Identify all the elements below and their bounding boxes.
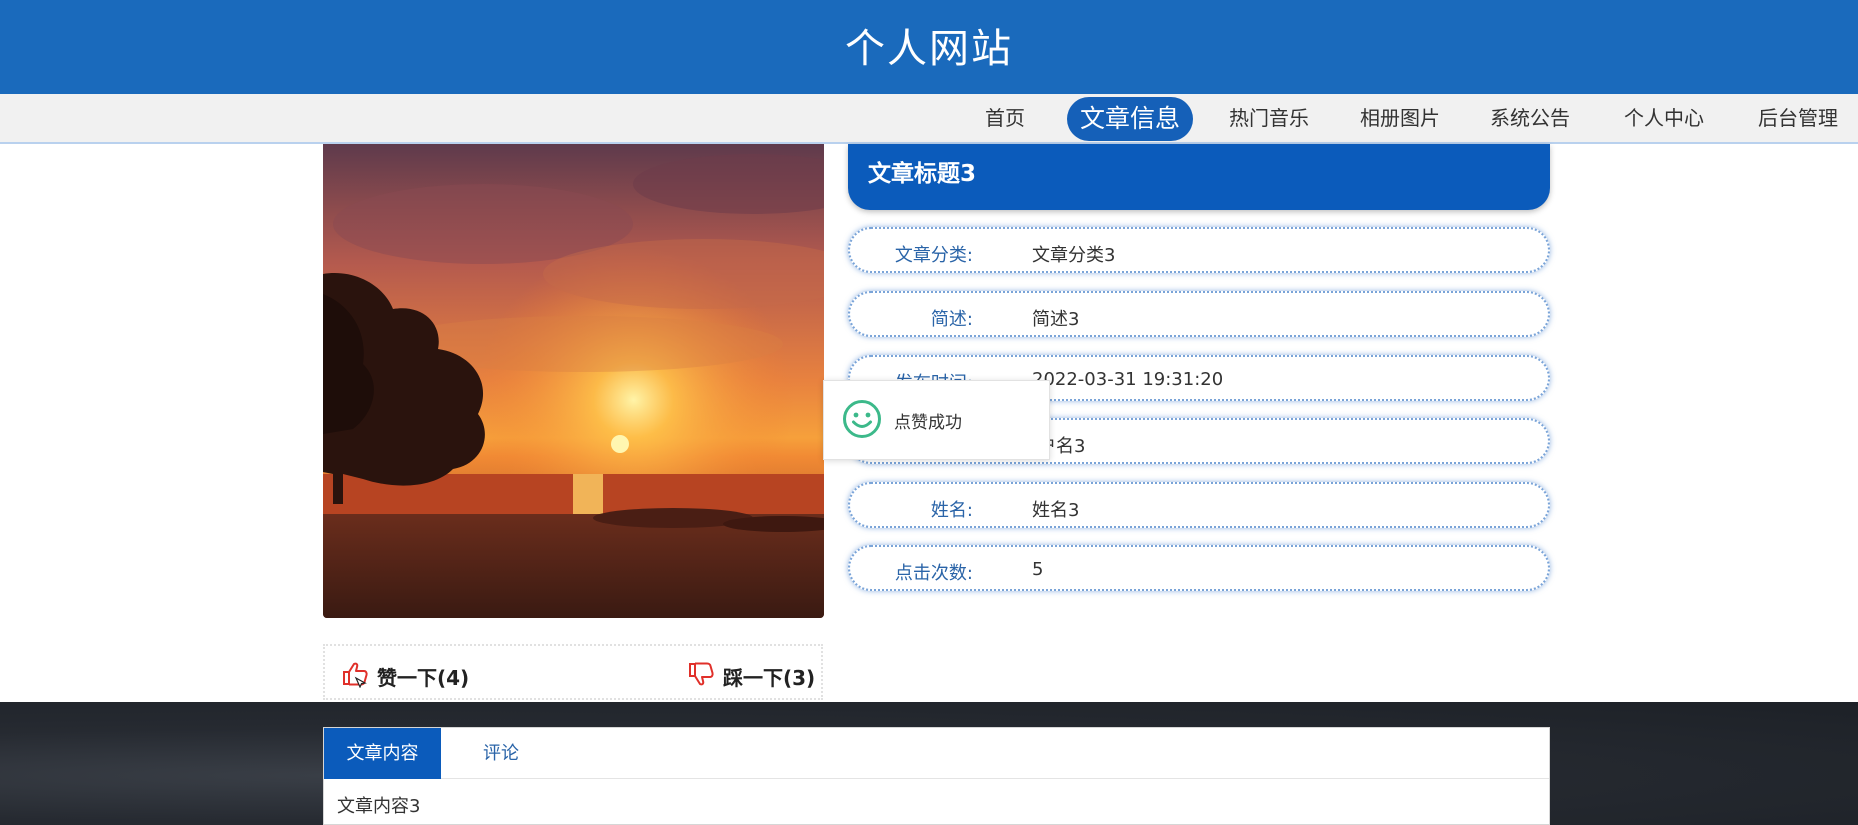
info-value: 5 xyxy=(1032,559,1044,580)
info-value: 文章分类3 xyxy=(1032,245,1116,266)
like-button[interactable]: 赞一下(4) xyxy=(341,660,469,692)
tab-content-text: 文章内容3 xyxy=(337,796,421,817)
toast-message: 点赞成功 xyxy=(823,380,1050,460)
info-value: 2022-03-31 19:31:20 xyxy=(1032,369,1224,390)
info-value: 简述3 xyxy=(1032,309,1080,330)
tab-header: 文章内容 评论 xyxy=(324,728,1549,779)
smile-icon xyxy=(842,399,882,443)
like-label: 赞一下(4) xyxy=(377,665,470,690)
nav-item-home[interactable]: 首页 xyxy=(985,94,1025,142)
info-label: 简述: xyxy=(930,309,973,330)
dislike-button[interactable]: 踩一下(3) xyxy=(687,660,815,692)
toast-text: 点赞成功 xyxy=(894,413,962,433)
tab-article-content[interactable]: 文章内容 xyxy=(324,728,441,779)
thumbs-down-icon xyxy=(687,660,715,692)
site-title: 个人网站 xyxy=(845,26,1013,72)
nav-item-articles[interactable]: 文章信息 xyxy=(1067,97,1194,141)
article-image xyxy=(323,144,824,618)
info-row-click-count: 点击次数: 5 xyxy=(848,545,1550,591)
nav-item-announcements[interactable]: 系统公告 xyxy=(1490,94,1570,142)
nav-item-admin[interactable]: 后台管理 xyxy=(1758,94,1838,142)
dislike-label: 踩一下(3) xyxy=(723,665,816,690)
content-tabs-panel: 文章内容 评论 文章内容3 xyxy=(323,727,1550,825)
vote-box: 赞一下(4) 踩一下(3) xyxy=(323,644,823,700)
info-label: 姓名: xyxy=(930,500,973,521)
info-label: 文章分类: xyxy=(894,245,973,266)
nav-item-music[interactable]: 热门音乐 xyxy=(1229,94,1309,142)
info-row-summary: 简述: 简述3 xyxy=(848,291,1550,337)
site-header: 个人网站 xyxy=(0,0,1858,94)
info-value: 姓名3 xyxy=(1032,500,1080,521)
main-nav: 首页 文章信息 热门音乐 相册图片 系统公告 个人中心 后台管理 xyxy=(0,94,1858,144)
info-label: 点击次数: xyxy=(894,563,973,584)
info-row-category: 文章分类: 文章分类3 xyxy=(848,227,1550,273)
tab-comments[interactable]: 评论 xyxy=(441,728,561,779)
nav-item-profile[interactable]: 个人中心 xyxy=(1624,94,1704,142)
article-title: 文章标题3 xyxy=(868,161,977,187)
article-title-card: 文章标题3 xyxy=(848,144,1550,210)
info-row-name: 姓名: 姓名3 xyxy=(848,482,1550,528)
thumbs-up-icon xyxy=(341,660,369,692)
nav-item-album[interactable]: 相册图片 xyxy=(1360,94,1440,142)
